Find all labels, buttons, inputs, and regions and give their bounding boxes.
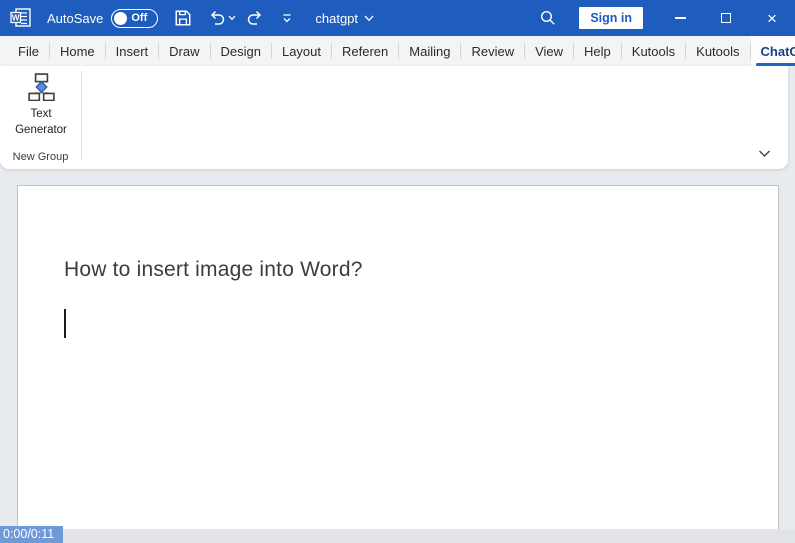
autosave-label: AutoSave [47, 11, 103, 26]
tab-home[interactable]: Home [50, 36, 105, 66]
tab-view[interactable]: View [525, 36, 573, 66]
tab-kutools-2[interactable]: Kutools [686, 36, 749, 66]
group-divider [81, 71, 82, 160]
word-logo-icon: W [9, 7, 33, 29]
search-button[interactable] [539, 9, 557, 27]
svg-text:W: W [12, 14, 20, 23]
ribbon-tab-row: FileHomeInsertDrawDesignLayoutReferenMai… [0, 36, 795, 66]
autosave-state: Off [131, 12, 147, 24]
chevron-down-icon [758, 150, 771, 158]
tab-file[interactable]: File [8, 36, 49, 66]
tab-referen[interactable]: Referen [332, 36, 398, 66]
text-generator-label: Text Generator [8, 106, 74, 138]
document-page[interactable]: How to insert image into Word? [17, 185, 779, 529]
org-chart-icon [27, 73, 56, 101]
sign-in-button[interactable]: Sign in [579, 7, 643, 29]
tab-draw[interactable]: Draw [159, 36, 209, 66]
customize-quick-access-icon [281, 13, 293, 24]
undo-icon [208, 9, 226, 27]
close-icon: × [767, 10, 777, 27]
group-caption: New Group [0, 151, 81, 163]
tab-insert[interactable]: Insert [106, 36, 159, 66]
ribbon-panel: Text Generator New Group [0, 66, 788, 169]
document-title: chatgpt [315, 11, 358, 26]
tab-review[interactable]: Review [461, 36, 524, 66]
save-icon [174, 9, 192, 27]
save-button[interactable] [174, 9, 192, 27]
titlebar: W AutoSave Off cha [0, 0, 795, 36]
autosave-toggle-knob [114, 12, 127, 25]
document-heading[interactable]: How to insert image into Word? [64, 256, 363, 284]
chevron-down-icon [364, 15, 374, 22]
customize-quick-access-button[interactable] [281, 13, 293, 24]
close-button[interactable]: × [749, 0, 795, 36]
tab-mailing[interactable]: Mailing [399, 36, 460, 66]
ribbon-tabs-list: FileHomeInsertDrawDesignLayoutReferenMai… [8, 36, 795, 66]
minimize-icon [675, 17, 686, 18]
undo-dropdown-chevron-icon [228, 15, 236, 21]
redo-icon [246, 9, 264, 27]
tab-chatgp[interactable]: ChatGP [751, 36, 795, 66]
ribbon-group-new-group: Text Generator New Group [0, 66, 81, 169]
text-generator-button[interactable]: Text Generator [5, 73, 77, 138]
status-bar [0, 529, 795, 543]
autosave-toggle[interactable]: Off [111, 9, 158, 28]
document-title-dropdown[interactable]: chatgpt [315, 11, 374, 26]
minimize-button[interactable] [657, 0, 703, 36]
tab-design[interactable]: Design [211, 36, 271, 66]
video-timestamp-overlay: 0:00/0:11 [0, 526, 63, 543]
undo-button[interactable] [208, 9, 236, 27]
tab-layout[interactable]: Layout [272, 36, 331, 66]
maximize-icon [721, 13, 731, 23]
redo-button[interactable] [246, 9, 264, 27]
search-icon [539, 9, 557, 27]
collapse-ribbon-button[interactable] [756, 144, 773, 163]
maximize-button[interactable] [703, 0, 749, 36]
tab-kutools[interactable]: Kutools [622, 36, 685, 66]
tab-help[interactable]: Help [574, 36, 621, 66]
text-cursor [64, 309, 66, 338]
